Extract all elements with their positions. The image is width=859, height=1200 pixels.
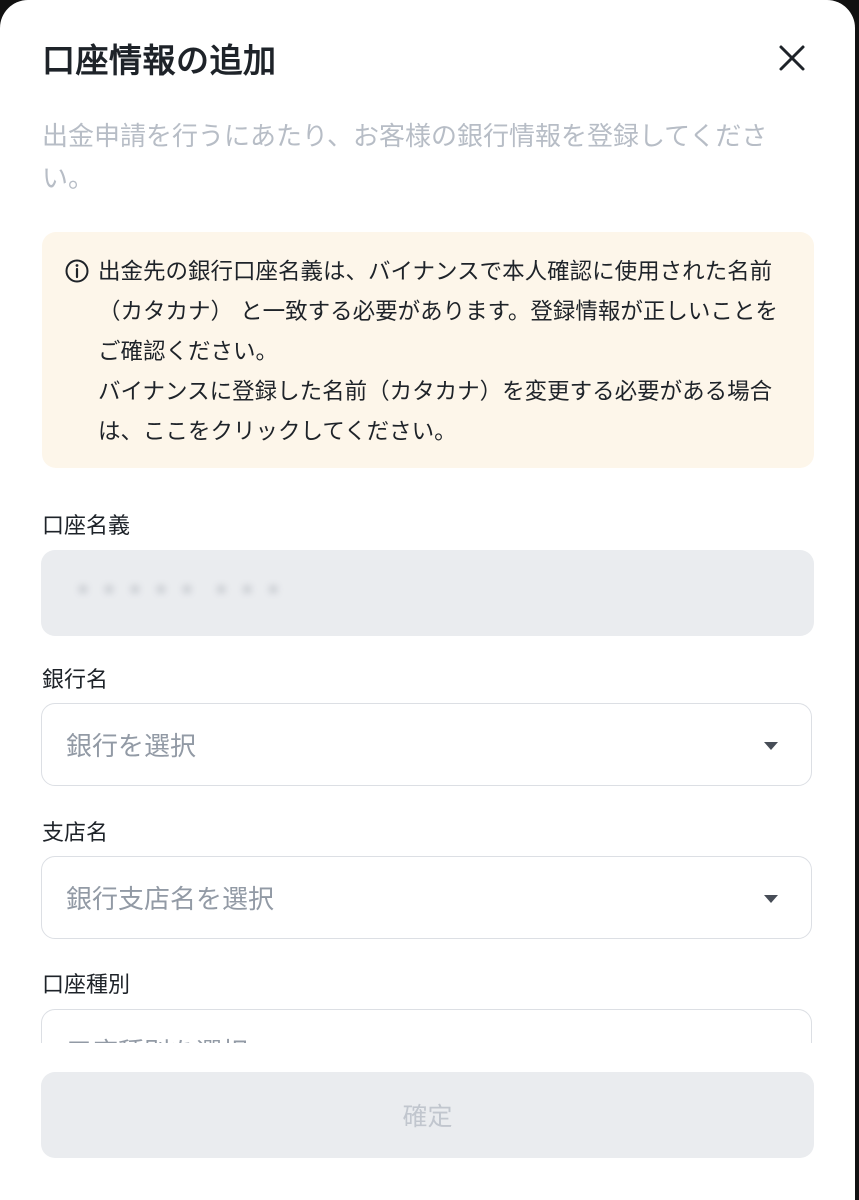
caret-down-icon <box>764 895 778 903</box>
info-icon <box>65 259 89 283</box>
account-holder-label: 口座名義 <box>42 514 131 539</box>
account-type-placeholder: 口座種別を選択 <box>66 1032 248 1043</box>
account-type-select[interactable]: 口座種別を選択 <box>41 1009 812 1043</box>
close-button[interactable] <box>772 38 812 78</box>
bank-name-label: 銀行名 <box>42 668 109 693</box>
branch-name-select[interactable]: 銀行支店名を選択 <box>41 856 812 939</box>
account-holder-value: ・・・・・ ・・・ <box>70 576 287 606</box>
bank-name-placeholder: 銀行を選択 <box>66 732 197 762</box>
notice-box: 出金先の銀行口座名義は、バイナンスで本人確認に使用された名前（カタカナ） と一致… <box>42 232 814 468</box>
scroll-clip: 口座種別を選択 <box>0 1000 855 1043</box>
caret-down-icon <box>764 742 778 750</box>
notice-line-1: 出金先の銀行口座名義は、バイナンスで本人確認に使用された名前（カタカナ） と一致… <box>98 259 778 365</box>
modal-subtitle: 出金申請を行うにあたり、お客様の銀行情報を登録してください。 <box>42 122 768 194</box>
modal-title: 口座情報の追加 <box>42 41 277 80</box>
close-icon <box>779 45 805 71</box>
add-account-modal: 口座情報の追加 出金申請を行うにあたり、お客様の銀行情報を登録してください。 出… <box>0 0 855 1200</box>
account-type-label: 口座種別 <box>42 973 131 998</box>
confirm-button[interactable]: 確定 <box>41 1072 814 1158</box>
notice-text: 出金先の銀行口座名義は、バイナンスで本人確認に使用された名前（カタカナ） と一致… <box>98 252 798 452</box>
notice-line-2-link[interactable]: バイナンスに登録した名前（カタカナ）を変更する必要がある場合は、ここをクリックし… <box>98 379 772 445</box>
bank-name-select[interactable]: 銀行を選択 <box>41 703 812 786</box>
branch-name-placeholder: 銀行支店名を選択 <box>66 885 275 915</box>
branch-name-label: 支店名 <box>42 821 109 846</box>
